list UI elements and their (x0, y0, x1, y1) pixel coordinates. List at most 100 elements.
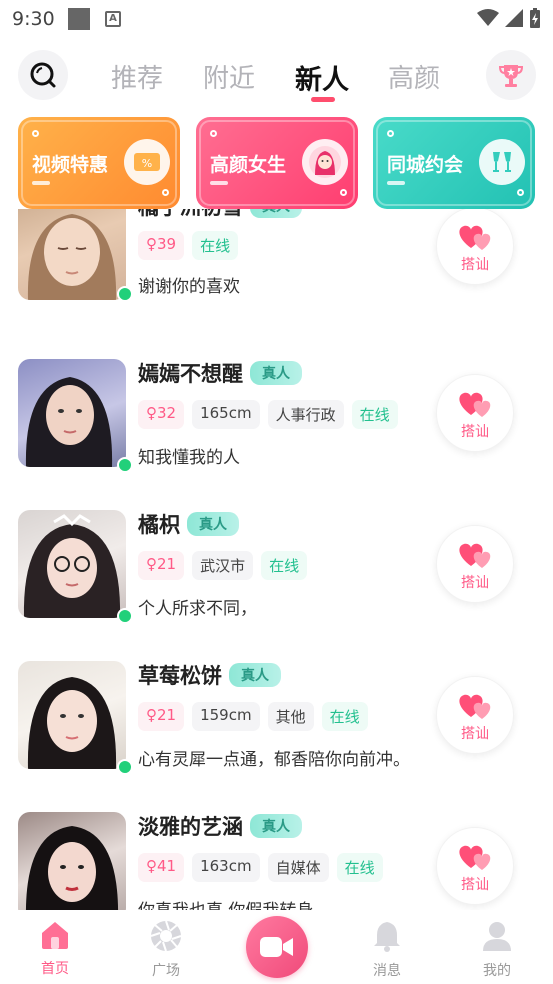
nav-label: 我的 (483, 963, 511, 979)
user-bio: 心有灵犀一点通，郁香陪你向前冲。 (138, 750, 410, 770)
user-avatar[interactable] (18, 209, 126, 300)
greet-label: 搭讪 (461, 575, 489, 591)
greet-button[interactable]: 搭讪 (436, 374, 514, 452)
tab-newcomers[interactable]: 新人 (295, 58, 349, 97)
avatar-photo (23, 514, 121, 618)
banner-local-dating[interactable]: 同城约会 (373, 117, 535, 209)
home-icon (42, 922, 68, 949)
name-row: 草莓松饼 真人 (138, 660, 281, 690)
bell-icon (374, 922, 400, 952)
job-tag: 其他 (267, 702, 314, 731)
user-bio: 谢谢你的喜欢 (138, 277, 240, 297)
video-call-button[interactable] (246, 916, 308, 978)
hearts-icon (459, 225, 491, 250)
nav-plaza[interactable]: 广场 (126, 920, 206, 980)
nav-label: 广场 (152, 963, 180, 979)
age-tag: ♀39 (138, 231, 185, 260)
plaza-aperture-icon (150, 920, 182, 952)
user-card[interactable]: 橘子洲初雪 真人 ♀39 在线 谢谢你的喜欢 搭讪 (0, 209, 553, 340)
battery-icon (530, 8, 540, 28)
greet-label: 搭讪 (461, 257, 489, 273)
online-tag: 在线 (336, 853, 383, 882)
user-bio: 你真我也真 你假我转身 (138, 901, 314, 911)
user-card[interactable]: 淡雅的艺涵 真人 ♀41 163cm 自媒体 在线 你真我也真 你假我转身 搭讪 (0, 793, 553, 911)
ranking-button[interactable] (486, 50, 536, 100)
greet-label: 搭讪 (461, 877, 489, 893)
video-camera-icon (260, 937, 293, 957)
age-tag: ♀21 (138, 551, 185, 580)
banner-dot (32, 130, 39, 137)
nav-profile[interactable]: 我的 (457, 920, 537, 980)
user-avatar[interactable] (18, 661, 126, 769)
online-status-dot (117, 759, 133, 775)
user-name: 橘枳 (138, 513, 180, 537)
job-tag: 人事行政 (267, 400, 344, 429)
tab-nearby[interactable]: 附近 (203, 58, 255, 95)
verified-badge: 真人 (250, 209, 302, 218)
banner-video-discount[interactable]: 视频特惠 % (18, 117, 180, 209)
tag-row: ♀39 在线 (138, 231, 239, 260)
tab-recommend[interactable]: 推荐 (111, 58, 163, 95)
notification-square-icon (68, 8, 90, 30)
girl-avatar-icon (302, 139, 348, 185)
female-icon: ♀ (146, 235, 157, 253)
user-card[interactable]: 橘枳 真人 ♀21 武汉市 在线 个人所求不同， 搭讪 (0, 491, 553, 642)
banner-bar (387, 181, 405, 185)
greet-button[interactable]: 搭讪 (436, 676, 514, 754)
svg-text:%: % (142, 157, 152, 170)
age-tag: ♀32 (138, 400, 185, 429)
height-tag: 159cm (192, 702, 260, 731)
profile-icon (483, 922, 511, 951)
banner-dot (340, 189, 347, 196)
banner-dot (517, 189, 524, 196)
status-time: 9:30 (12, 8, 55, 30)
tag-row: ♀21 武汉市 在线 (138, 551, 308, 580)
search-button[interactable] (18, 50, 68, 100)
age-tag: ♀21 (138, 702, 185, 731)
avatar-photo (27, 677, 117, 769)
nav-home[interactable]: 首页 (15, 920, 95, 978)
hearts-icon (459, 543, 491, 568)
banner-dot (162, 189, 169, 196)
verified-badge: 真人 (250, 814, 302, 838)
greet-label: 搭讪 (461, 726, 489, 742)
tag-row: ♀32 165cm 人事行政 在线 (138, 400, 398, 429)
greet-button[interactable]: 搭讪 (436, 827, 514, 905)
city-tag: 武汉市 (192, 551, 254, 580)
hearts-icon (459, 392, 491, 417)
search-icon (30, 62, 56, 88)
user-bio: 知我懂我的人 (138, 448, 240, 468)
banner-dot (387, 130, 394, 137)
hearts-icon (459, 694, 491, 719)
online-tag: 在线 (321, 702, 368, 731)
avatar-photo (25, 377, 113, 467)
female-icon: ♀ (146, 706, 157, 724)
status-bar: 9:30 A (0, 0, 553, 38)
user-card[interactable]: 嫣嫣不想醒 真人 ♀32 165cm 人事行政 在线 知我懂我的人 搭讪 (0, 340, 553, 491)
greet-button[interactable]: 搭讪 (436, 209, 514, 285)
bottom-nav: 首页 广场 消息 我的 (0, 910, 553, 984)
avatar-photo (27, 214, 117, 300)
user-card[interactable]: 草莓松饼 真人 ♀21 159cm 其他 在线 心有灵犀一点通，郁香陪你向前冲。… (0, 642, 553, 793)
user-avatar[interactable] (18, 359, 126, 467)
age-tag: ♀41 (138, 853, 185, 882)
online-tag: 在线 (351, 400, 398, 429)
user-avatar[interactable] (18, 812, 126, 911)
banner-label: 视频特惠 (32, 154, 109, 176)
user-list[interactable]: 橘子洲初雪 真人 ♀39 在线 谢谢你的喜欢 搭讪 嫣嫣不想醒 真人 ♀32 1… (0, 209, 553, 911)
signal-icon (505, 9, 523, 27)
name-row: 橘子洲初雪 真人 (138, 209, 302, 221)
height-tag: 163cm (192, 853, 260, 882)
name-row: 淡雅的艺涵 真人 (138, 811, 302, 841)
user-avatar[interactable] (18, 510, 126, 618)
banner-pretty-girls[interactable]: 高颜女生 (196, 117, 358, 209)
nav-messages[interactable]: 消息 (347, 920, 427, 980)
active-tab-indicator (311, 97, 335, 102)
banner-label: 高颜女生 (210, 154, 287, 176)
online-status-dot (117, 457, 133, 473)
tag-row: ♀41 163cm 自媒体 在线 (138, 853, 383, 882)
tab-good-looking[interactable]: 高颜 (388, 58, 440, 95)
greet-button[interactable]: 搭讪 (436, 525, 514, 603)
online-status-dot (117, 286, 133, 302)
nav-label: 首页 (41, 961, 69, 977)
